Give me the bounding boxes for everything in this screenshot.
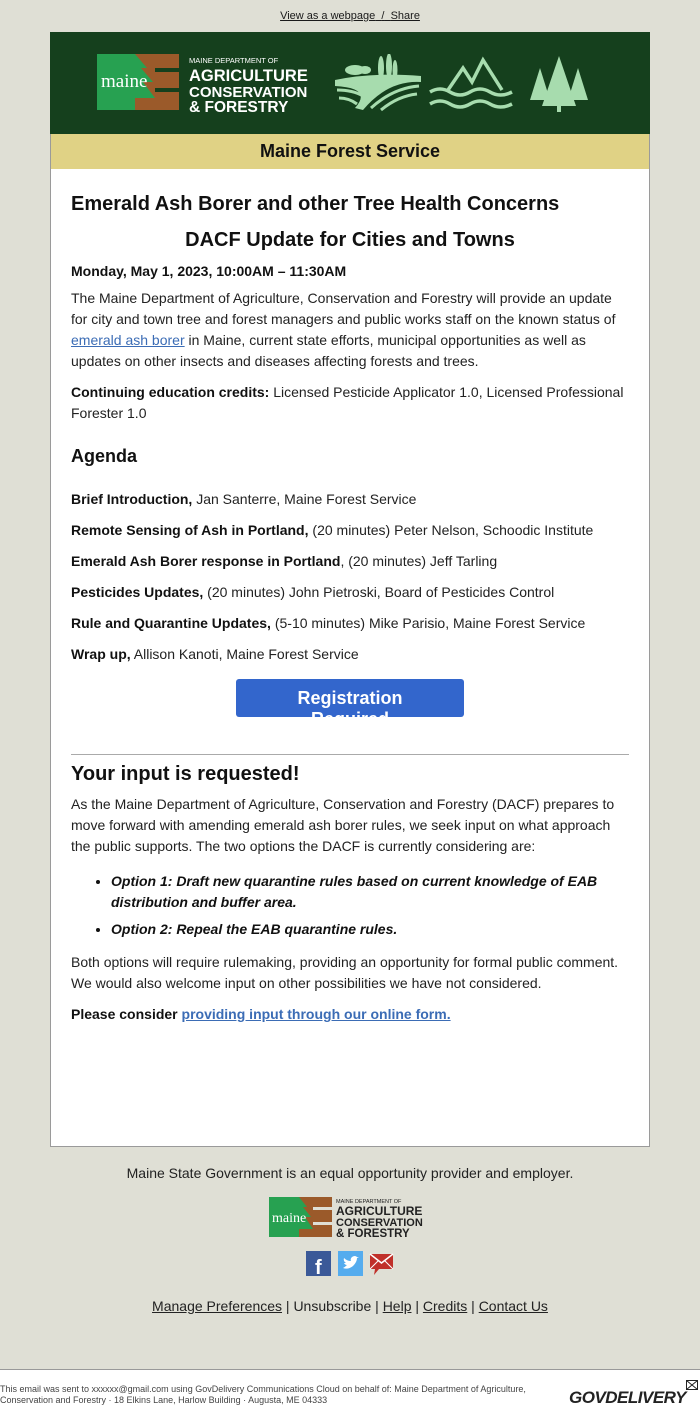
agenda-item: Brief Introduction, Jan Santerre, Maine … (71, 489, 629, 510)
svg-text:maine: maine (101, 71, 147, 92)
option-item: Option 1: Draft new quarantine rules bas… (111, 871, 629, 913)
event-date: Monday, May 1, 2023, 10:00AM – 11:30AM (71, 263, 347, 279)
agenda-item-title: Wrap up, (71, 646, 131, 662)
contact-us-link[interactable]: Contact Us (479, 1298, 548, 1314)
event-title: Emerald Ash Borer and other Tree Health … (71, 193, 560, 215)
agenda-item-title: Remote Sensing of Ash in Portland, (71, 522, 309, 538)
options-list: Option 1: Draft new quarantine rules bas… (71, 871, 629, 940)
agenda-item-title: Emerald Ash Borer response in Portland (71, 553, 341, 569)
link-separator: | (411, 1298, 423, 1314)
svg-text:maine: maine (272, 1211, 306, 1226)
footer-logo: maine MAINE DEPARTMENT OF AGRICULTURE CO… (50, 1195, 650, 1244)
sent-to-line-2: Conservation and Forestry · 18 Elkins La… (0, 1395, 328, 1405)
email-body: Emerald Ash Borer and other Tree Health … (50, 169, 650, 1147)
agenda-list: Brief Introduction, Jan Santerre, Maine … (71, 489, 629, 665)
register-button-wrap: Registration Required (71, 679, 629, 730)
agenda-item: Wrap up, Allison Kanoti, Maine Forest Se… (71, 644, 629, 665)
separator: / (381, 10, 385, 22)
emerald-ash-borer-link[interactable]: emerald ash borer (71, 332, 185, 348)
govdelivery-footer: This email was sent to xxxxxx@gmail.com … (0, 1369, 700, 1411)
mountain-water-icon (429, 56, 513, 109)
agenda-item-title: Brief Introduction, (71, 491, 193, 507)
twitter-icon[interactable] (337, 1251, 363, 1276)
option-item: Option 2: Repeal the EAB quarantine rule… (111, 919, 629, 940)
email-icon[interactable] (369, 1251, 394, 1276)
unsubscribe-link[interactable]: Unsubscribe (293, 1298, 371, 1314)
dacf-logo: maine MAINE DEPARTMENT OF AGRICULTURE CO… (97, 54, 308, 114)
agenda-item-title: Rule and Quarantine Updates, (71, 615, 271, 631)
manage-preferences-link[interactable]: Manage Preferences (152, 1298, 282, 1314)
both-options-paragraph: Both options will require rulemaking, pr… (71, 954, 619, 991)
agenda-item-title: Pesticides Updates, (71, 584, 204, 600)
agenda-item: Pesticides Updates, (20 minutes) John Pi… (71, 582, 629, 603)
svg-text:f: f (315, 1257, 322, 1276)
credits-label: Continuing education credits: (71, 384, 270, 400)
section-divider (71, 754, 629, 755)
equal-opportunity-note: Maine State Government is an equal oppor… (126, 1165, 574, 1181)
link-separator: | (282, 1298, 294, 1314)
link-separator: | (467, 1298, 479, 1314)
input-paragraph: As the Maine Department of Agriculture, … (71, 796, 615, 854)
credits-link[interactable]: Credits (423, 1298, 467, 1314)
pine-trees-icon (530, 56, 588, 112)
credits-paragraph: Continuing education credits: Licensed P… (71, 382, 629, 424)
view-as-webpage-label: View as a webpage (280, 10, 376, 22)
agenda-item-detail: , (20 minutes) Jeff Tarling (340, 553, 498, 569)
online-form-link[interactable]: providing input through our online form. (182, 1006, 451, 1022)
svg-text:AGRICULTURE: AGRICULTURE (336, 1204, 422, 1218)
sent-to-line-1: This email was sent to xxxxxx@gmail.com … (0, 1384, 526, 1394)
agenda-item: Emerald Ash Borer response in Portland, … (71, 551, 629, 572)
view-as-webpage-link[interactable]: View as a webpage / Share (280, 10, 420, 22)
share-link[interactable]: Share (391, 10, 420, 22)
registration-required-button[interactable]: Registration Required (236, 679, 464, 729)
agenda-item-detail: (20 minutes) Peter Nelson, Schoodic Inst… (308, 522, 594, 538)
sent-to-notice: This email was sent to xxxxxx@gmail.com … (0, 1384, 590, 1406)
consider-paragraph: Please consider providing input through … (71, 1004, 629, 1025)
svg-text:& FORESTRY: & FORESTRY (336, 1228, 410, 1239)
agenda-item: Remote Sensing of Ash in Portland, (20 m… (71, 520, 629, 541)
agenda-heading: Agenda (71, 446, 138, 466)
agenda-item-detail: Allison Kanoti, Maine Forest Service (130, 646, 359, 662)
intro-text-1: The Maine Department of Agriculture, Con… (71, 290, 616, 327)
consider-label: Please consider (71, 1006, 182, 1022)
intro-paragraph: The Maine Department of Agriculture, Con… (71, 288, 629, 372)
agenda-item: Rule and Quarantine Updates, (5-10 minut… (71, 613, 629, 634)
top-links-bar: View as a webpage / Share (0, 0, 700, 32)
svg-text:& FORESTRY: & FORESTRY (189, 99, 289, 114)
email-container: maine MAINE DEPARTMENT OF AGRICULTURE CO… (50, 32, 650, 1314)
svg-text:MAINE DEPARTMENT OF: MAINE DEPARTMENT OF (189, 56, 279, 65)
facebook-icon[interactable]: f (306, 1251, 332, 1279)
envelope-icon (686, 1380, 698, 1390)
social-icons: f (50, 1251, 650, 1279)
govdelivery-logo[interactable]: GOVDELIVERY (569, 1380, 698, 1408)
footer-links: Manage Preferences | Unsubscribe | Help … (50, 1298, 650, 1314)
dacf-footer-logo: maine MAINE DEPARTMENT OF AGRICULTURE CO… (269, 1197, 423, 1240)
link-separator: | (371, 1298, 383, 1314)
help-link[interactable]: Help (383, 1298, 412, 1314)
section-band-title: Maine Forest Service (50, 134, 650, 169)
event-subtitle: DACF Update for Cities and Towns (185, 229, 515, 251)
govdelivery-wordmark: GOVDELIVERY (569, 1388, 687, 1407)
farm-fields-icon (335, 54, 421, 112)
agenda-item-detail: (20 minutes) John Pietroski, Board of Pe… (203, 584, 555, 600)
input-requested-heading: Your input is requested! (71, 763, 300, 785)
svg-text:AGRICULTURE: AGRICULTURE (189, 67, 308, 85)
agenda-item-detail: (5-10 minutes) Mike Parisio, Maine Fores… (270, 615, 586, 631)
agenda-item-detail: Jan Santerre, Maine Forest Service (192, 491, 417, 507)
header-banner: maine MAINE DEPARTMENT OF AGRICULTURE CO… (50, 32, 650, 134)
